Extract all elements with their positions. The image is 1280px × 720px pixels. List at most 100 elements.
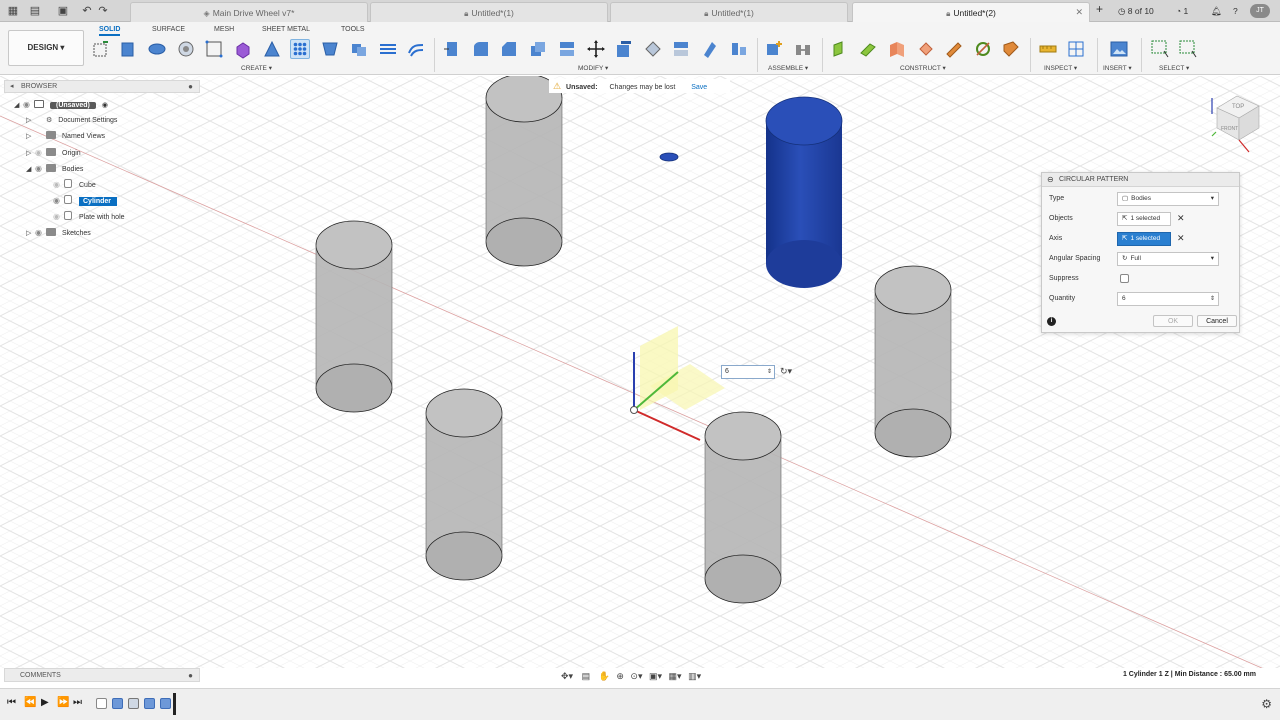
timeline-sketch-feature[interactable] <box>96 698 107 709</box>
grid-settings-icon[interactable]: ▦▾ <box>669 671 682 681</box>
extrude-icon[interactable] <box>118 39 138 59</box>
shell-icon[interactable] <box>320 39 340 59</box>
tab-untitled-1b[interactable]: 🔒︎ Untitled*(1) <box>610 2 848 22</box>
viewports-icon[interactable]: ▥▾ <box>688 671 701 681</box>
eye-icon[interactable]: ◉ <box>53 210 64 224</box>
tab-sheet-metal[interactable]: SHEET METAL <box>262 24 310 36</box>
create-sketch-icon[interactable] <box>91 39 111 59</box>
construct-group-label[interactable]: CONSTRUCT ▾ <box>900 65 946 73</box>
eye-icon[interactable]: ◉ <box>35 162 46 176</box>
zoom-icon[interactable]: ⊕ <box>616 671 624 681</box>
eye-icon[interactable]: ◉ <box>53 178 64 192</box>
dialog-title-bar[interactable]: ⊖ CIRCULAR PATTERN <box>1042 173 1239 187</box>
step-forward-icon[interactable]: ⏩ <box>57 697 69 708</box>
zoom-window-icon[interactable]: ⊙▾ <box>630 671 642 681</box>
display-settings-icon[interactable]: ▣▾ <box>649 671 662 681</box>
insert-group-label[interactable]: INSERT ▾ <box>1103 65 1132 73</box>
save-link[interactable]: Save <box>691 84 707 91</box>
form-icon[interactable] <box>233 39 253 59</box>
angular-spacing-select[interactable]: ↻ Full ▾ <box>1117 252 1219 266</box>
eye-icon[interactable]: ◉ <box>35 226 46 240</box>
tree-item-cube[interactable]: ◉ Cube <box>53 178 96 192</box>
pin-icon[interactable]: ● <box>188 669 193 682</box>
redo-icon[interactable]: ↷ <box>96 4 110 18</box>
tab-untitled-1a[interactable]: 🔒︎ Untitled*(1) <box>370 2 608 22</box>
collapsed-icon[interactable]: ▷ <box>26 114 35 128</box>
tab-mesh[interactable]: MESH <box>214 24 234 36</box>
plane-at-angle-icon[interactable] <box>858 39 878 59</box>
window-select-icon[interactable] <box>1150 39 1170 59</box>
spacing-toggle-icon[interactable]: ↻▾ <box>780 366 792 377</box>
timeline-settings-icon[interactable]: ⚙ <box>1261 697 1272 711</box>
modify-group-label[interactable]: MODIFY ▾ <box>578 65 608 73</box>
tab-solid[interactable]: SOLID <box>99 24 121 36</box>
create-group-label[interactable]: CREATE ▾ <box>241 65 272 73</box>
pin-icon[interactable]: ● <box>188 81 193 93</box>
sketch-dimension-icon[interactable] <box>204 39 224 59</box>
tree-item-bodies[interactable]: ◢ ◉ Bodies <box>26 162 83 176</box>
select-group-label[interactable]: SELECT ▾ <box>1159 65 1189 73</box>
axis-through-icon[interactable] <box>973 39 993 59</box>
chamfer-icon[interactable] <box>499 39 519 59</box>
help-icon[interactable]: ? <box>1233 4 1238 18</box>
fillet-icon[interactable] <box>471 39 491 59</box>
play-icon[interactable]: ▶ <box>41 697 49 708</box>
section-analysis-icon[interactable] <box>1066 39 1086 59</box>
pattern-icon[interactable] <box>290 39 310 59</box>
tree-root[interactable]: ◢ ◉ (Unsaved) ◉ <box>14 98 108 112</box>
axis-selector[interactable]: ⇱ 1 selected <box>1117 232 1171 246</box>
timeline-extrude-feature[interactable] <box>144 698 155 709</box>
tree-item-named-views[interactable]: ▷ Named Views <box>26 130 105 144</box>
tangent-plane-icon[interactable] <box>944 39 964 59</box>
stepper-icon[interactable]: ⇕ <box>767 366 772 378</box>
tab-untitled-2[interactable]: 🔒︎ Untitled*(2) ✕ <box>852 2 1090 23</box>
stepper-icon[interactable]: ⇕ <box>1210 293 1215 305</box>
workspace-switcher[interactable]: DESIGN ▾ <box>8 30 84 66</box>
notifications[interactable]: ◔ 1 <box>1176 4 1188 18</box>
clear-axis-icon[interactable]: ✕ <box>1177 233 1185 244</box>
expanded-icon[interactable]: ◢ <box>14 99 23 113</box>
eye-icon[interactable]: ◉ <box>35 146 46 160</box>
tab-surface[interactable]: SURFACE <box>152 24 185 36</box>
selected-cylinder-body[interactable] <box>765 96 843 288</box>
tree-item-document-settings[interactable]: ▷ ⚙ Document Settings <box>26 114 117 128</box>
info-icon[interactable]: i <box>1047 317 1056 326</box>
timeline-marker[interactable] <box>173 693 176 715</box>
undo-icon[interactable]: ↶ <box>80 4 94 18</box>
insert-image-icon[interactable] <box>1109 39 1129 59</box>
quantity-input[interactable]: 6 ⇕ <box>1117 292 1219 306</box>
collapsed-icon[interactable]: ▷ <box>26 227 35 241</box>
offset-plane-icon[interactable] <box>830 39 850 59</box>
joint-icon[interactable] <box>793 39 813 59</box>
combine-modify-icon[interactable] <box>700 39 720 59</box>
midplane-icon[interactable] <box>887 39 907 59</box>
objects-selector[interactable]: ⇱ 1 selected <box>1117 212 1171 226</box>
collapse-icon[interactable]: ◂ <box>10 81 14 93</box>
new-tab-icon[interactable]: + <box>1096 2 1103 16</box>
point-icon[interactable] <box>1001 39 1021 59</box>
close-tab-icon[interactable]: ✕ <box>1075 7 1083 18</box>
rib-icon[interactable] <box>378 39 398 59</box>
measure-icon[interactable] <box>1038 39 1058 59</box>
plane-through-points-icon[interactable] <box>916 39 936 59</box>
cancel-button[interactable]: Cancel <box>1197 315 1237 327</box>
radio-icon[interactable]: ◉ <box>102 102 108 109</box>
thread-icon[interactable] <box>406 39 426 59</box>
inspect-group-label[interactable]: INSPECT ▾ <box>1044 65 1077 73</box>
orbit-icon[interactable]: ✥▾ <box>561 671 573 681</box>
scale-icon[interactable] <box>671 39 691 59</box>
collapse-dialog-icon[interactable]: ⊖ <box>1047 173 1054 187</box>
type-select[interactable]: ▢ Bodies ▾ <box>1117 192 1219 206</box>
align-bodies-icon[interactable] <box>729 39 749 59</box>
bell-icon[interactable]: 🔔︎ <box>1211 4 1222 18</box>
go-to-end-icon[interactable]: ⏭ <box>73 697 82 708</box>
go-to-start-icon[interactable]: ⏮ <box>7 697 16 708</box>
combine-icon[interactable] <box>349 39 369 59</box>
tab-tools[interactable]: TOOLS <box>341 24 365 36</box>
align-icon[interactable] <box>614 39 634 59</box>
eye-icon[interactable]: ◉ <box>23 98 34 112</box>
timeline-extrude-feature[interactable] <box>160 698 171 709</box>
job-status[interactable]: ◷ 8 of 10 <box>1118 4 1154 18</box>
new-component-icon[interactable] <box>764 39 784 59</box>
timeline-extrude-feature[interactable] <box>112 698 123 709</box>
